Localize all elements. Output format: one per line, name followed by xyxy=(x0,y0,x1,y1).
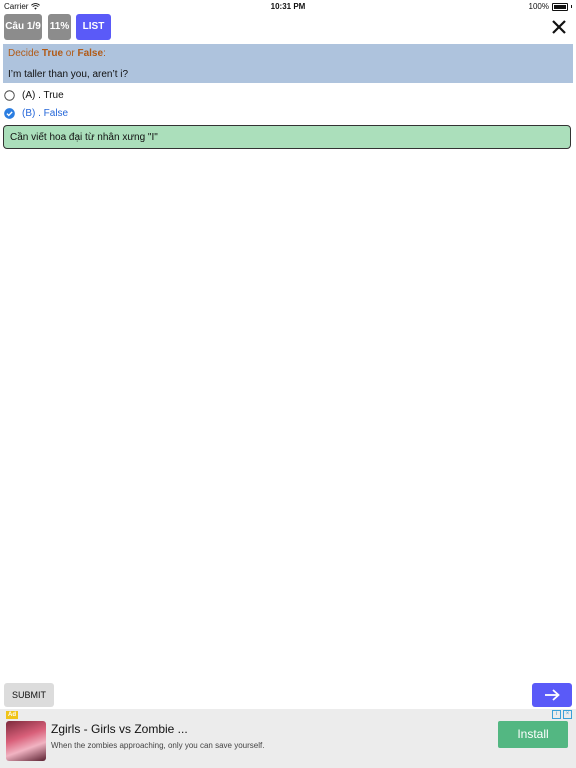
instruction-false: False xyxy=(77,48,104,59)
ad-badge: Ad xyxy=(6,711,18,719)
instruction-prefix: Decide xyxy=(8,48,42,59)
status-time: 10:31 PM xyxy=(270,2,306,11)
list-button[interactable]: LIST xyxy=(76,14,111,40)
question-counter-button[interactable]: Câu 1/9 xyxy=(4,14,42,40)
radio-unchecked-icon[interactable] xyxy=(4,89,15,101)
quiz-toolbar: Câu 1/9 11% LIST xyxy=(0,14,576,40)
radio-checked-icon[interactable] xyxy=(4,107,15,119)
ad-close-icon[interactable]: × xyxy=(563,710,572,719)
status-bar: Carrier 10:31 PM 100% xyxy=(0,0,576,12)
ad-thumbnail[interactable] xyxy=(6,721,46,761)
instruction-or: or xyxy=(63,48,78,59)
instruction-true: True xyxy=(41,48,64,59)
option-b-label: (B) . False xyxy=(22,107,69,119)
battery-nub xyxy=(571,5,572,8)
battery-status: 100% xyxy=(529,2,572,11)
install-button[interactable]: Install xyxy=(498,721,568,748)
battery-icon xyxy=(552,2,568,11)
explanation-box: Cần viết hoa đại từ nhân xưng "I" xyxy=(3,125,571,149)
ad-description: When the zombies approaching, only you c… xyxy=(51,741,265,750)
arrow-right-icon xyxy=(545,689,560,701)
ad-title[interactable]: Zgirls - Girls vs Zombie ... xyxy=(51,722,188,736)
instruction-suffix: : xyxy=(103,48,106,59)
ad-info: i × xyxy=(552,710,572,719)
option-a-label: (A) . True xyxy=(22,89,64,101)
battery-percent: 100% xyxy=(528,2,549,11)
ad-banner[interactable]: Ad i × Zgirls - Girls vs Zombie ... When… xyxy=(0,709,576,768)
question-instruction: Decide True or False: xyxy=(8,48,106,59)
submit-button[interactable]: SUBMIT xyxy=(4,683,54,707)
question-panel: Decide True or False: I’m taller than yo… xyxy=(3,44,573,83)
option-a[interactable]: (A) . True xyxy=(4,88,64,102)
question-text: I’m taller than you, aren’t i? xyxy=(8,69,129,80)
progress-button[interactable]: 11% xyxy=(48,14,71,40)
option-b[interactable]: (B) . False xyxy=(4,106,68,120)
close-icon[interactable] xyxy=(550,18,568,36)
next-button[interactable] xyxy=(532,683,572,707)
ad-info-icon[interactable]: i xyxy=(552,710,561,719)
